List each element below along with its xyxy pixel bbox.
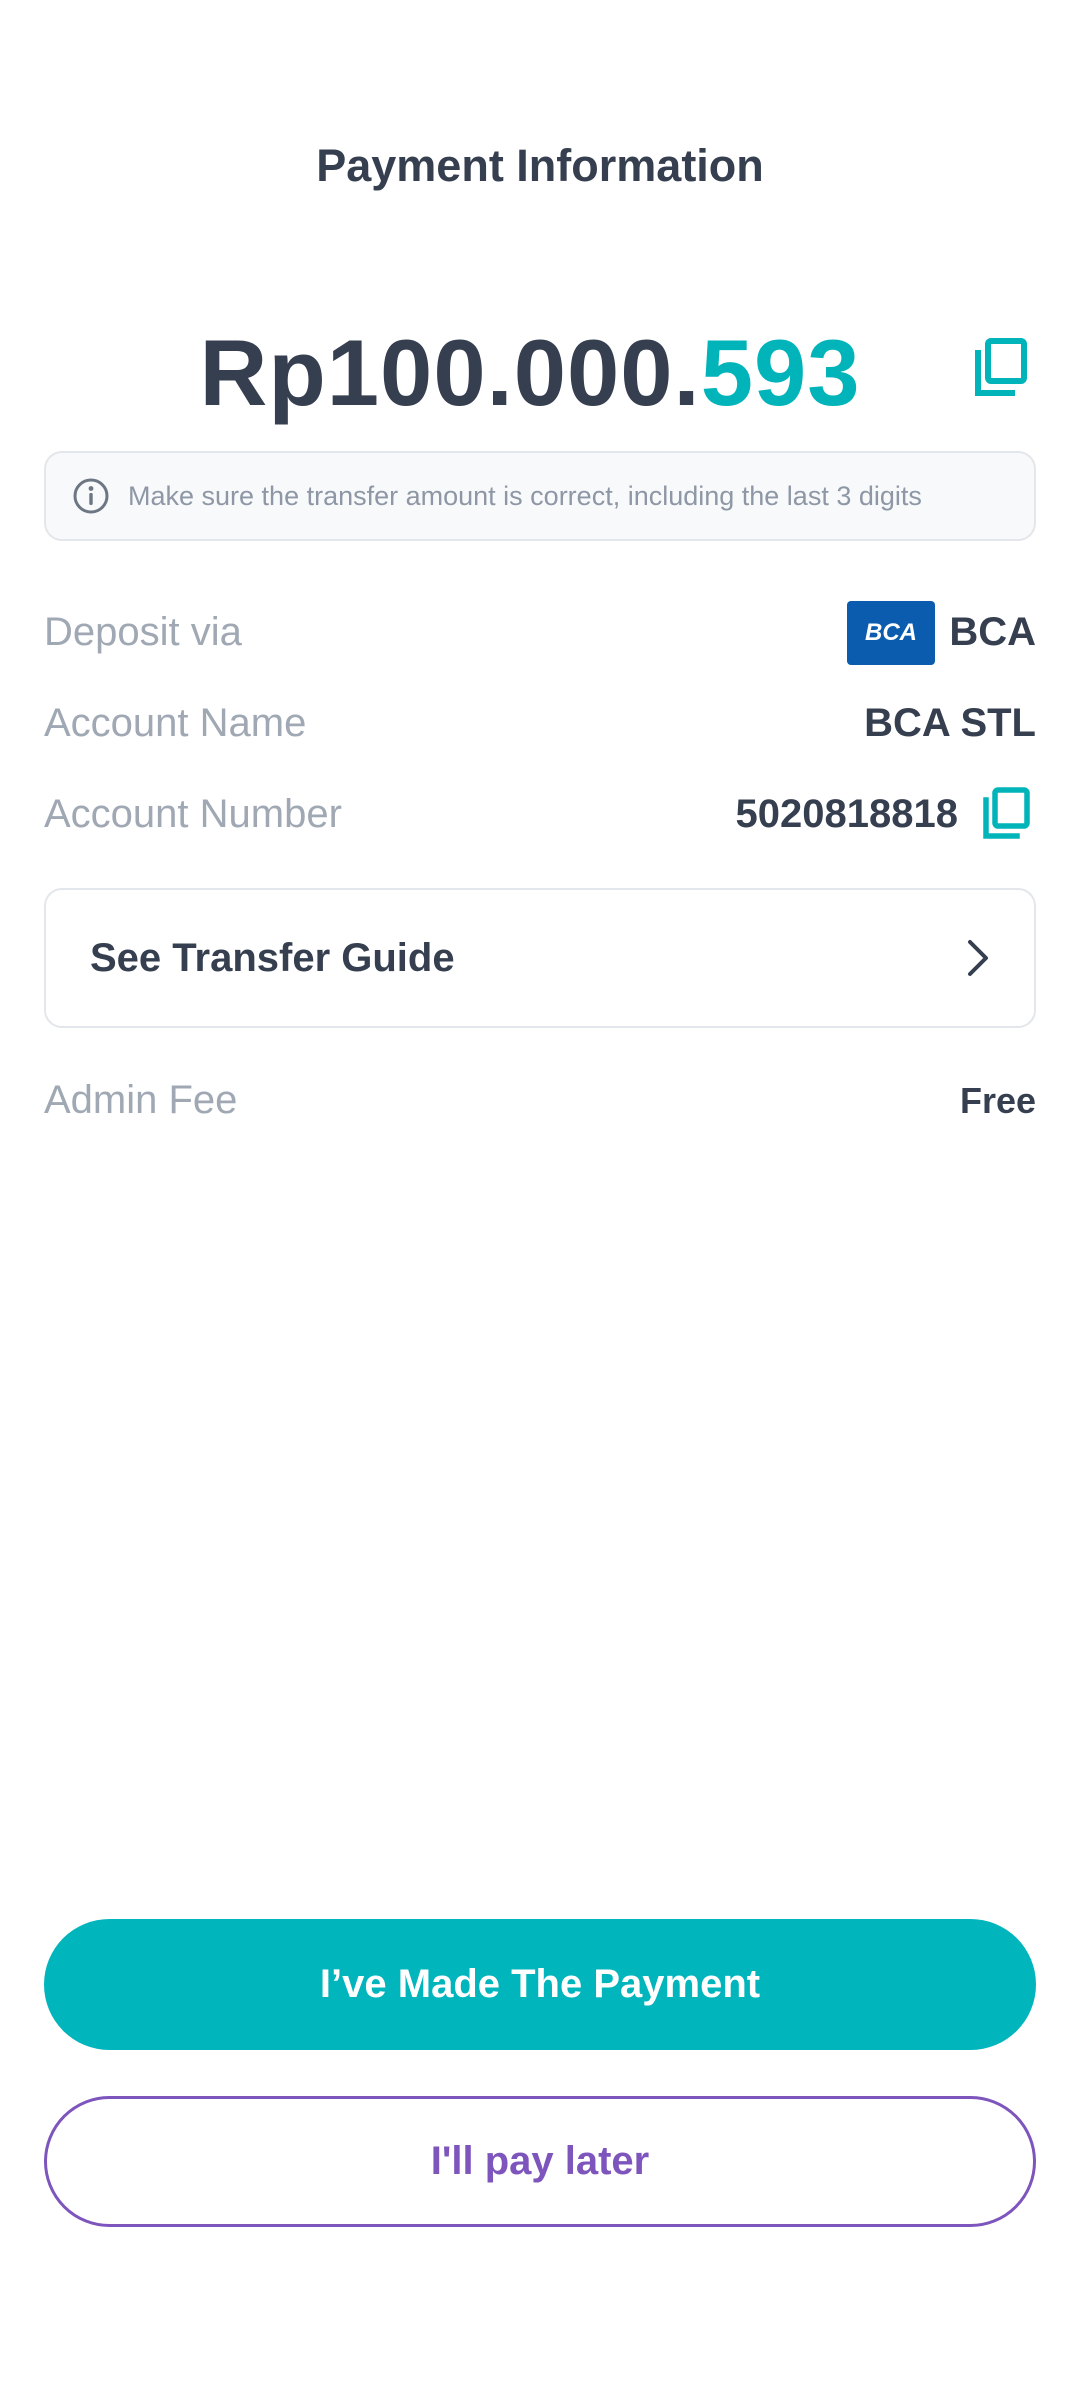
deposit-via-label: Deposit via — [44, 610, 242, 654]
bank-logo-text: BCA — [865, 619, 917, 646]
deposit-via-value: BCA — [949, 610, 1036, 654]
info-icon — [73, 478, 109, 514]
admin-fee-value: Free — [959, 1080, 1036, 1121]
admin-fee-label: Admin Fee — [44, 1078, 238, 1122]
account-number-label: Account Number — [44, 792, 342, 836]
amount-notice: Make sure the transfer amount is correct… — [44, 451, 1036, 541]
transfer-guide-button[interactable]: See Transfer Guide — [44, 888, 1036, 1028]
account-number-value: 5020818818 — [735, 792, 958, 836]
chevron-right-icon — [968, 940, 988, 976]
account-name-label: Account Name — [44, 701, 307, 745]
account-name-value: BCA STL — [864, 701, 1036, 745]
pay-later-button[interactable]: I'll pay later — [44, 2096, 1036, 2227]
payment-amount: Rp100.000.593 — [0, 318, 1060, 428]
copy-icon — [983, 787, 1030, 839]
copy-account-number-icon[interactable] — [974, 782, 1038, 846]
payment-made-button[interactable]: I’ve Made The Payment — [44, 1919, 1036, 2050]
page-title: Payment Information — [316, 140, 764, 191]
transfer-guide-label: See Transfer Guide — [90, 935, 455, 980]
copy-icon — [975, 338, 1027, 396]
amount-main: Rp100.000. — [199, 320, 701, 425]
bca-logo: BCA — [847, 601, 935, 665]
amount-unique-digits: 593 — [700, 320, 861, 425]
copy-amount-icon[interactable] — [968, 336, 1032, 400]
notice-text: Make sure the transfer amount is correct… — [128, 480, 922, 511]
